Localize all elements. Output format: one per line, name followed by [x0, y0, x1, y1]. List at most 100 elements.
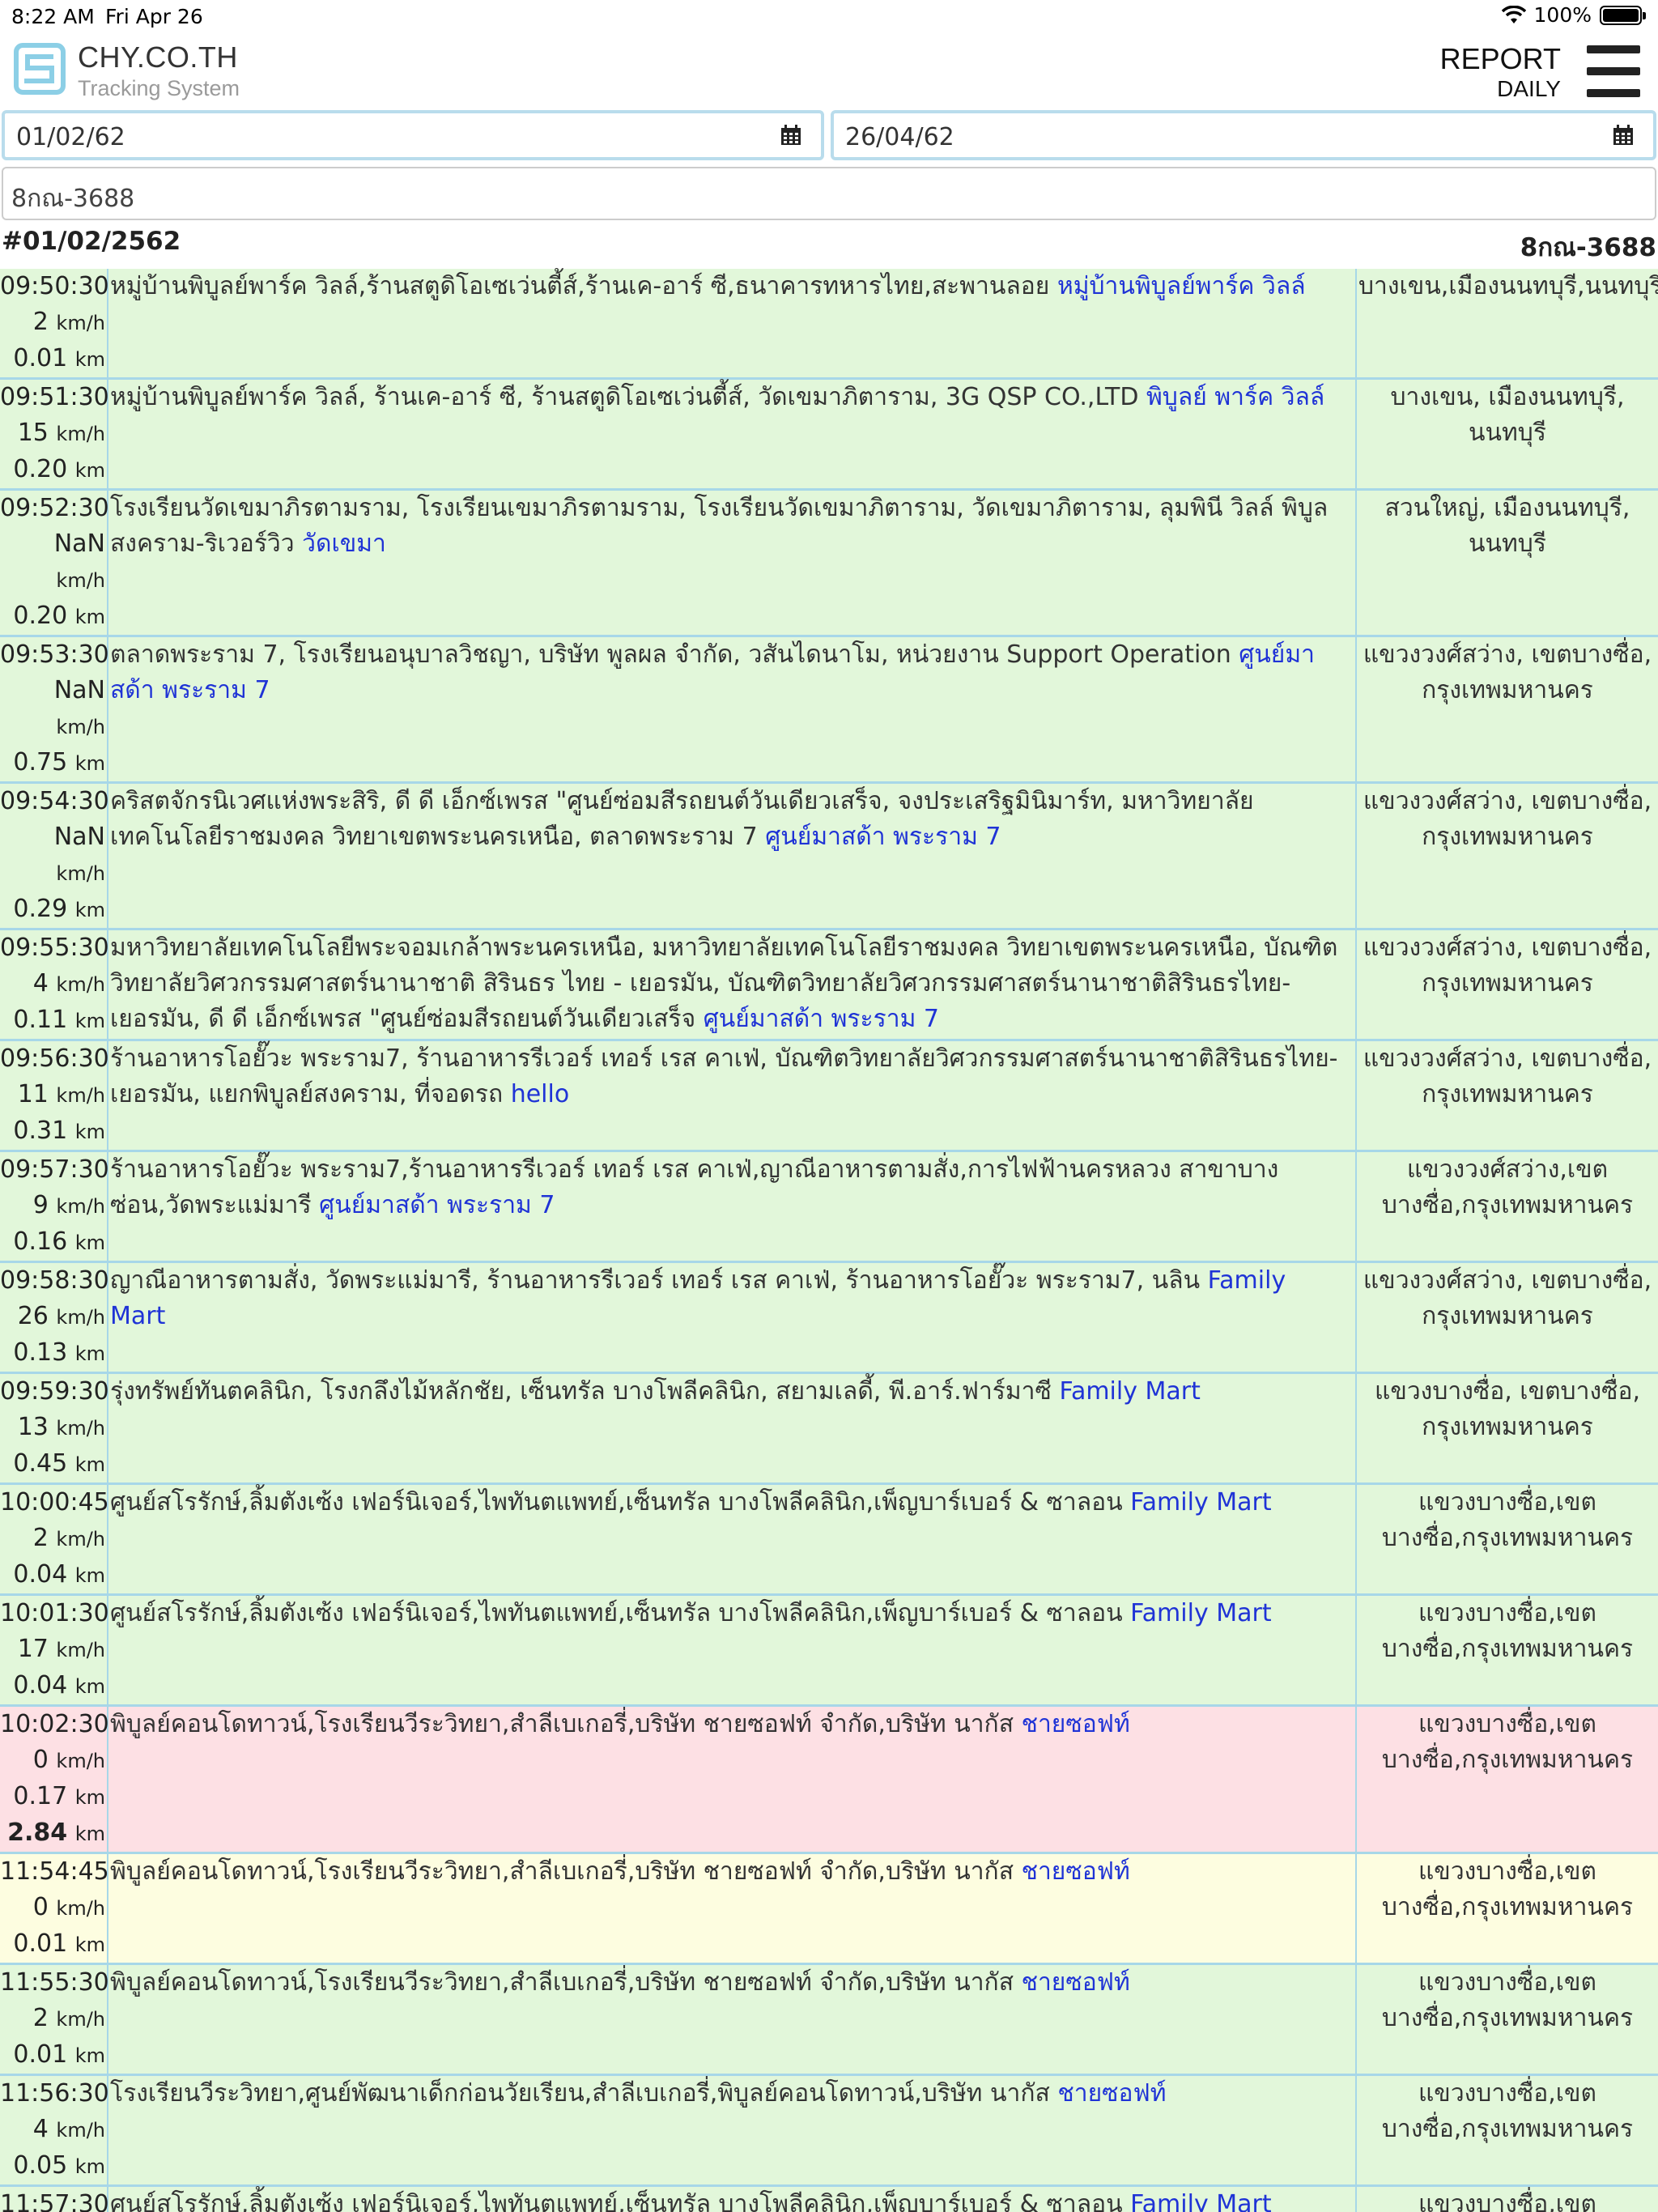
row-places: พิบูลย์คอนโดทาวน์,โรงเรียนวีระวิทยา,สำลี…: [110, 1857, 1014, 1886]
table-row[interactable]: 10:00:45 2 km/h 0.04 km ศูนย์สโรรักษ์,ลิ้มต…: [0, 1485, 1658, 1596]
row-landmark-link[interactable]: หมู่บ้านพิบูลย์พาร์ค วิลล์: [1057, 272, 1306, 300]
row-places: ร้านอาหารโอยั๊วะ พระราม7, ร้านอาหารรีเวอ…: [110, 1044, 1338, 1108]
time-speed-cell: 09:52:30 NaN km/h 0.20 km: [0, 491, 109, 635]
row-landmark-link[interactable]: ชายซอฟท์: [1057, 2079, 1166, 2108]
area-cell: แขวงบางซื่อ,เขตบางซื่อ,กรุงเทพมหานคร: [1357, 1965, 1658, 2074]
row-speed: 15 km/h: [17, 419, 105, 447]
time-speed-cell: 09:58:30 26 km/h 0.13 km: [0, 1263, 109, 1372]
table-row[interactable]: 11:57:304 km/hศูนย์สโรรักษ์,ลิ้มตังเซ้ง …: [0, 2187, 1658, 2212]
row-area: แขวงวงศ์สว่าง, เขตบางซื่อ, กรุงเทพมหานคร: [1363, 640, 1652, 704]
row-places: ศูนย์สโรรักษ์,ลิ้มตังเซ้ง เฟอร์นิเจอร์,ไ…: [110, 1488, 1123, 1516]
row-time: 09:58:30: [0, 1266, 109, 1295]
places-cell: รุ่งทรัพย์ทันตคลินิก, โรงกลึงไม้หลักชัย,…: [108, 1374, 1357, 1482]
time-speed-cell: 09:59:30 13 km/h 0.45 km: [0, 1374, 109, 1482]
table-row[interactable]: 09:51:30 15 km/h 0.20 km หมู่บ้านพิบูลย์พาร…: [0, 380, 1658, 491]
time-speed-cell: 09:55:30 4 km/h 0.11 km: [0, 930, 109, 1039]
table-row[interactable]: 09:53:30 NaN km/h 0.75 km ตลาดพระราม 7, โรง…: [0, 637, 1658, 784]
row-distance: 0.04 km: [13, 1671, 105, 1699]
row-places: หมู่บ้านพิบูลย์พาร์ค วิลล์,ร้านสตูดิโอเซ…: [110, 272, 1050, 300]
hamburger-menu-icon[interactable]: [1587, 45, 1640, 97]
row-time: 09:54:30: [0, 787, 109, 815]
vehicle-input[interactable]: 8กณ-3688: [2, 167, 1656, 220]
table-row[interactable]: 09:56:30 11 km/h 0.31 km ร้านอาหารโอยั๊วะ พ…: [0, 1041, 1658, 1152]
row-speed: 4 km/h: [32, 969, 105, 998]
places-cell: พิบูลย์คอนโดทาวน์,โรงเรียนวีระวิทยา,สำลี…: [108, 1707, 1357, 1852]
row-area: แขวงวงศ์สว่าง,เขตบางซื่อ,กรุงเทพมหานคร: [1381, 1155, 1634, 1219]
places-cell: โรงเรียนวัดเขมาภิรตามราม, โรงเรียนเขมาภิ…: [108, 491, 1357, 635]
row-time: 09:50:30: [0, 272, 109, 300]
places-cell: ร้านอาหารโอยั๊วะ พระราม7, ร้านอาหารรีเวอ…: [108, 1041, 1357, 1150]
row-distance: 0.20 km: [13, 455, 105, 483]
table-row[interactable]: 09:59:30 13 km/h 0.45 km รุ่งทรัพย์ทันตคลิน…: [0, 1374, 1658, 1485]
row-time: 11:55:30: [0, 1968, 109, 1997]
time-speed-cell: 11:56:30 4 km/h 0.05 km: [0, 2076, 109, 2184]
row-landmark-link[interactable]: ศูนย์มาสด้า พระราม 7: [319, 1191, 555, 1219]
row-places: ญาณีอาหารตามสั่ง, วัดพระแม่มารี, ร้านอาห…: [110, 1266, 1201, 1295]
row-landmark-link[interactable]: ชายซอฟท์: [1022, 1968, 1130, 1997]
row-landmark-link[interactable]: วัดเขมา: [302, 530, 386, 558]
row-landmark-link[interactable]: ศูนย์มาสด้า พระราม 7: [765, 823, 1001, 851]
table-row[interactable]: 09:54:30 NaN km/h 0.29 km คริสตจักรนิเวศแห่…: [0, 784, 1658, 930]
date-to-input[interactable]: 26/04/62: [831, 110, 1656, 160]
row-landmark-link[interactable]: ศูนย์มาสด้า พระราม 7: [704, 1005, 939, 1033]
row-landmark-link[interactable]: hello: [511, 1080, 570, 1108]
table-row[interactable]: 09:57:30 9 km/h 0.16 km ร้านอาหารโอยั๊วะ พร…: [0, 1152, 1658, 1263]
table-row[interactable]: 09:50:30 2 km/h 0.01 km หมู่บ้านพิบูลย์พาร์…: [0, 269, 1658, 380]
area-cell: สวนใหญ่, เมืองนนทบุรี, นนทบุรี: [1357, 491, 1658, 635]
row-area: แขวงวงศ์สว่าง, เขตบางซื่อ, กรุงเทพมหานคร: [1363, 787, 1652, 851]
row-time: 09:52:30: [0, 494, 109, 522]
row-distance: 0.17 km: [13, 1782, 105, 1810]
row-time: 09:53:30: [0, 640, 109, 669]
row-speed: 17 km/h: [17, 1635, 105, 1663]
table-row[interactable]: 09:58:30 26 km/h 0.13 km ญาณีอาหารตามสั่ง, …: [0, 1263, 1658, 1374]
date-from-input[interactable]: 01/02/62: [2, 110, 824, 160]
row-landmark-link[interactable]: Family Mart: [1130, 2190, 1271, 2212]
row-time: 09:56:30: [0, 1044, 109, 1073]
row-area: แขวงบางซื่อ,เขตบางซื่อ,กรุงเทพมหานคร: [1381, 1599, 1634, 1663]
row-area: สวนใหญ่, เมืองนนทบุรี, นนทบุรี: [1384, 494, 1630, 558]
area-cell: แขวงวงศ์สว่าง, เขตบางซื่อ, กรุงเทพมหานคร: [1357, 930, 1658, 1039]
row-landmark-link[interactable]: พิบูลย์ พาร์ค วิลล์: [1146, 383, 1324, 411]
area-cell: แขวงบางซื่อ, เขตบางซื่อ, กรุงเทพมหานคร: [1357, 1374, 1658, 1482]
table-row[interactable]: 09:52:30 NaN km/h 0.20 km โรงเรียนวัดเขมาภิ…: [0, 491, 1658, 637]
row-distance: 0.45 km: [13, 1449, 105, 1478]
row-landmark-link[interactable]: ชายซอฟท์: [1022, 1710, 1130, 1738]
time-speed-cell: 11:55:30 2 km/h 0.01 km: [0, 1965, 109, 2074]
row-speed: NaN km/h: [53, 676, 105, 738]
row-time: 10:02:30: [0, 1710, 109, 1738]
row-speed: 0 km/h: [32, 1893, 105, 1921]
row-places: โรงเรียนวัดเขมาภิรตามราม, โรงเรียนเขมาภิ…: [110, 494, 1329, 558]
row-area: แขวงบางซื่อ,เขตบางซื่อ,กรุงเทพมหานคร: [1381, 2079, 1634, 2143]
time-speed-cell: 09:57:30 9 km/h 0.16 km: [0, 1152, 109, 1261]
time-speed-cell: 11:54:45 0 km/h 0.01 km: [0, 1854, 109, 1963]
time-speed-cell: 09:56:30 11 km/h 0.31 km: [0, 1041, 109, 1150]
area-cell: บางเขน,เมืองนนทบุรี,นนทบุรี: [1357, 269, 1658, 377]
row-distance: 0.13 km: [13, 1338, 105, 1367]
area-cell: แขวงบางซื่อ,เขตบางซื่อ,กรุงเทพมหานคร: [1357, 2076, 1658, 2184]
row-landmark-link[interactable]: Family Mart: [1130, 1488, 1271, 1516]
table-row[interactable]: 11:54:45 0 km/h 0.01 km พิบูลย์คอนโดทาวน์,โ…: [0, 1854, 1658, 1965]
report-title: REPORT DAILY: [1440, 42, 1561, 102]
places-cell: ตลาดพระราม 7, โรงเรียนอนุบาลวิชญา, บริษั…: [108, 637, 1357, 781]
row-area: บางเขน, เมืองนนทบุรี, นนทบุรี: [1390, 383, 1625, 447]
calendar-icon[interactable]: [1613, 125, 1634, 146]
battery-icon: [1600, 5, 1646, 25]
row-landmark-link[interactable]: Family Mart: [1059, 1377, 1200, 1406]
table-row[interactable]: 10:01:30 17 km/h 0.04 km ศูนย์สโรรักษ์,ลิ้ม…: [0, 1596, 1658, 1707]
area-cell: แขวงวงศ์สว่าง, เขตบางซื่อ, กรุงเทพมหานคร: [1357, 1263, 1658, 1372]
table-row[interactable]: 11:56:30 4 km/h 0.05 km โรงเรียนวีระวิทยา,ศ…: [0, 2076, 1658, 2187]
table-row[interactable]: 09:55:30 4 km/h 0.11 km มหาวิทยาลัยเทคโนโลย…: [0, 930, 1658, 1041]
row-places: พิบูลย์คอนโดทาวน์,โรงเรียนวีระวิทยา,สำลี…: [110, 1710, 1014, 1738]
status-bar: 8:22 AM Fri Apr 26 100%: [0, 0, 1658, 32]
places-cell: ศูนย์สโรรักษ์,ลิ้มตังเซ้ง เฟอร์นิเจอร์,ไ…: [108, 1485, 1357, 1593]
row-landmark-link[interactable]: ชายซอฟท์: [1022, 1857, 1130, 1886]
table-row[interactable]: 10:02:30 0 km/h 0.17 km 2.84 km พิบูลย์คอนโด…: [0, 1707, 1658, 1854]
row-landmark-link[interactable]: Family Mart: [1130, 1599, 1271, 1627]
row-distance: 0.11 km: [13, 1006, 105, 1034]
calendar-icon[interactable]: [780, 125, 801, 146]
row-speed: 2 km/h: [32, 308, 105, 336]
row-area: แขวงบางซื่อ,เขตบางซื่อ,กรุงเทพมหานคร: [1381, 1488, 1634, 1552]
row-speed: 13 km/h: [17, 1413, 105, 1441]
status-date: Fri Apr 26: [105, 5, 203, 28]
table-row[interactable]: 11:55:30 2 km/h 0.01 km พิบูลย์คอนโดทาวน์,โ…: [0, 1965, 1658, 2076]
